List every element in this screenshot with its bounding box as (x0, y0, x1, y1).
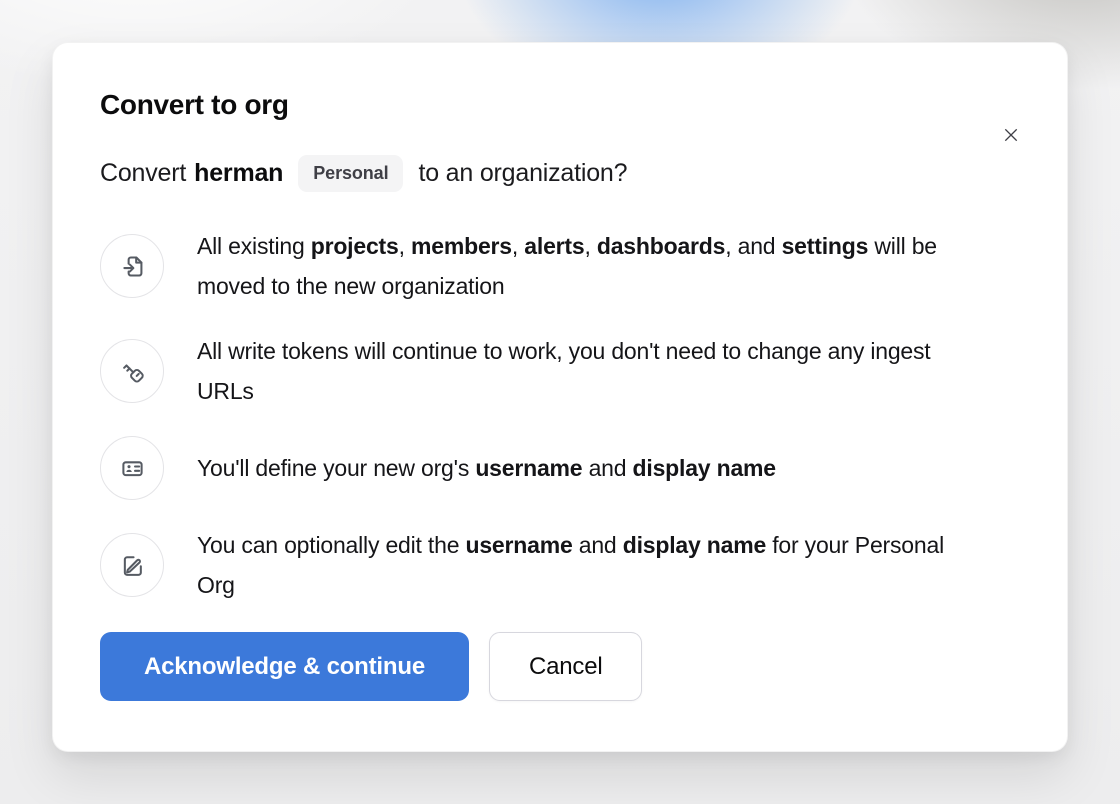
question-suffix: to an organization? (418, 159, 627, 188)
list-item: All existing projects, members, alerts, … (100, 226, 1019, 306)
file-import-icon (100, 234, 164, 298)
close-button[interactable] (991, 115, 1031, 155)
list-item: You'll define your new org's username an… (100, 436, 1019, 500)
cancel-button[interactable]: Cancel (489, 632, 643, 701)
list-item: All write tokens will continue to work, … (100, 331, 1019, 411)
page-background: Convert to org Convert herman Personal t… (0, 0, 1120, 804)
list-item: You can optionally edit the username and… (100, 525, 1019, 605)
info-list: All existing projects, members, alerts, … (100, 226, 1019, 605)
dialog-title: Convert to org (100, 89, 1019, 121)
key-icon (100, 339, 164, 403)
edit-icon (100, 533, 164, 597)
id-card-icon (100, 436, 164, 500)
personal-badge: Personal (298, 155, 403, 192)
item-text: You'll define your new org's username an… (197, 448, 776, 488)
item-text: You can optionally edit the username and… (197, 525, 967, 605)
close-icon (998, 122, 1024, 148)
item-text: All existing projects, members, alerts, … (197, 226, 967, 306)
acknowledge-continue-button[interactable]: Acknowledge & continue (100, 632, 469, 701)
question-line: Convert herman Personal to an organizati… (100, 155, 1019, 192)
question-prefix: Convert (100, 159, 186, 188)
item-text: All write tokens will continue to work, … (197, 331, 967, 411)
convert-to-org-dialog: Convert to org Convert herman Personal t… (52, 42, 1068, 752)
account-name: herman (194, 159, 283, 188)
dialog-actions: Acknowledge & continue Cancel (100, 632, 1019, 701)
